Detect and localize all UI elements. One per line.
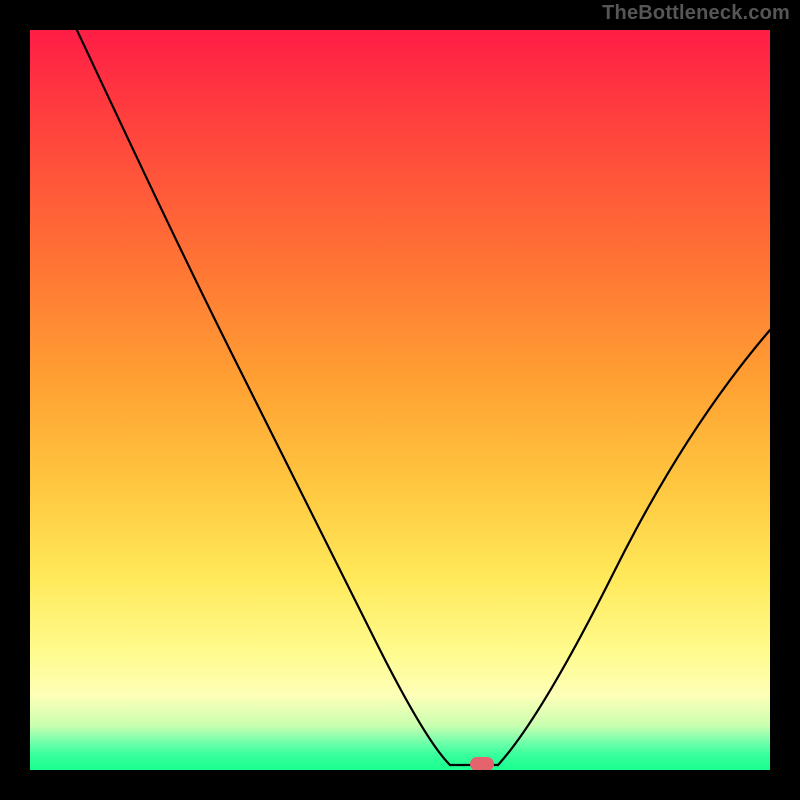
chart-frame: TheBottleneck.com [0,0,800,800]
minimum-marker [470,757,494,770]
curve-right-branch [498,330,770,765]
plot-area [30,30,770,770]
bottleneck-curve [30,30,770,770]
curve-left-branch [58,30,450,765]
watermark-text: TheBottleneck.com [602,2,790,25]
